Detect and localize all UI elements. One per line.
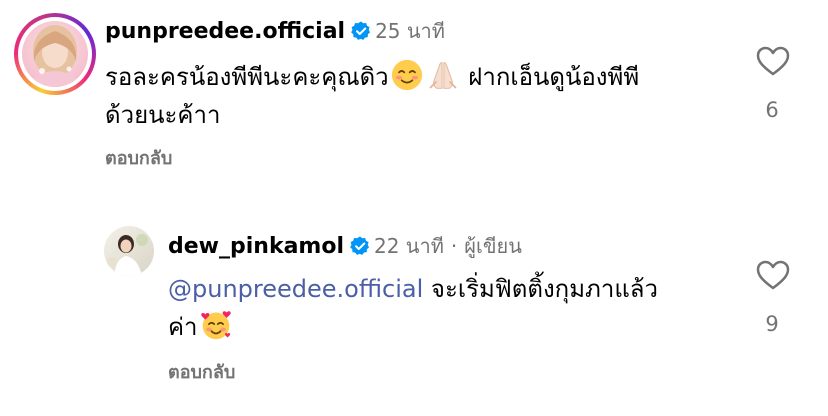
comment-text-line2: ค่า <box>168 313 198 341</box>
avatar <box>104 226 154 276</box>
comment-punpreedee: punpreedee.official 25 นาที รอละครน้องพี… <box>0 0 828 190</box>
avatar-container[interactable] <box>104 226 154 276</box>
like-count: 9 <box>765 312 779 336</box>
heart-icon[interactable] <box>756 260 790 290</box>
comment-header: dew_pinkamol 22 นาที · ผู้เขียน <box>168 233 522 260</box>
like-count: 6 <box>765 98 779 122</box>
meta-separator: · <box>450 234 458 258</box>
comment-time: 22 นาที <box>374 234 444 258</box>
avatar-story-ring[interactable] <box>14 13 96 95</box>
reply-button[interactable]: ตอบกลับ <box>168 362 235 384</box>
comment-dew-pinkamol: dew_pinkamol 22 นาที · ผู้เขียน @punpree… <box>0 215 828 416</box>
username[interactable]: punpreedee.official <box>105 19 345 44</box>
comment-text: @punpreedee.official จะเริ่มฟิตติ้งกุมภา… <box>168 270 728 346</box>
comment-header: punpreedee.official 25 นาที <box>105 18 445 45</box>
comment-text-line2: ด้วยนะค้าา <box>105 101 221 129</box>
author-tag: ผู้เขียน <box>464 234 522 258</box>
verified-badge-icon <box>350 236 370 255</box>
folded-hands-emoji <box>429 62 456 89</box>
reply-button[interactable]: ตอบกลับ <box>105 148 172 170</box>
smiling-face-with-hearts-emoji <box>200 311 231 340</box>
comment-text-line1-tail: ฝากเอ็นดูน้องพีพี <box>468 63 640 91</box>
comment-text: รอละครน้องพีพีนะคะคุณดิว ฝากเอ็นดูน้องพี… <box>105 58 725 134</box>
verified-badge-icon <box>351 21 371 40</box>
comment-text-line1: จะเริ่มฟิตติ้งกุมภาแล้ว <box>430 275 658 303</box>
username[interactable]: dew_pinkamol <box>168 234 344 259</box>
heart-icon[interactable] <box>756 46 790 76</box>
comment-text-line1: รอละครน้องพีพีนะคะคุณดิว <box>105 63 389 91</box>
relieved-face-emoji <box>391 59 422 91</box>
mention-link[interactable]: @punpreedee.official <box>168 275 423 303</box>
comment-time: 25 นาที <box>375 19 445 43</box>
avatar <box>22 21 88 87</box>
